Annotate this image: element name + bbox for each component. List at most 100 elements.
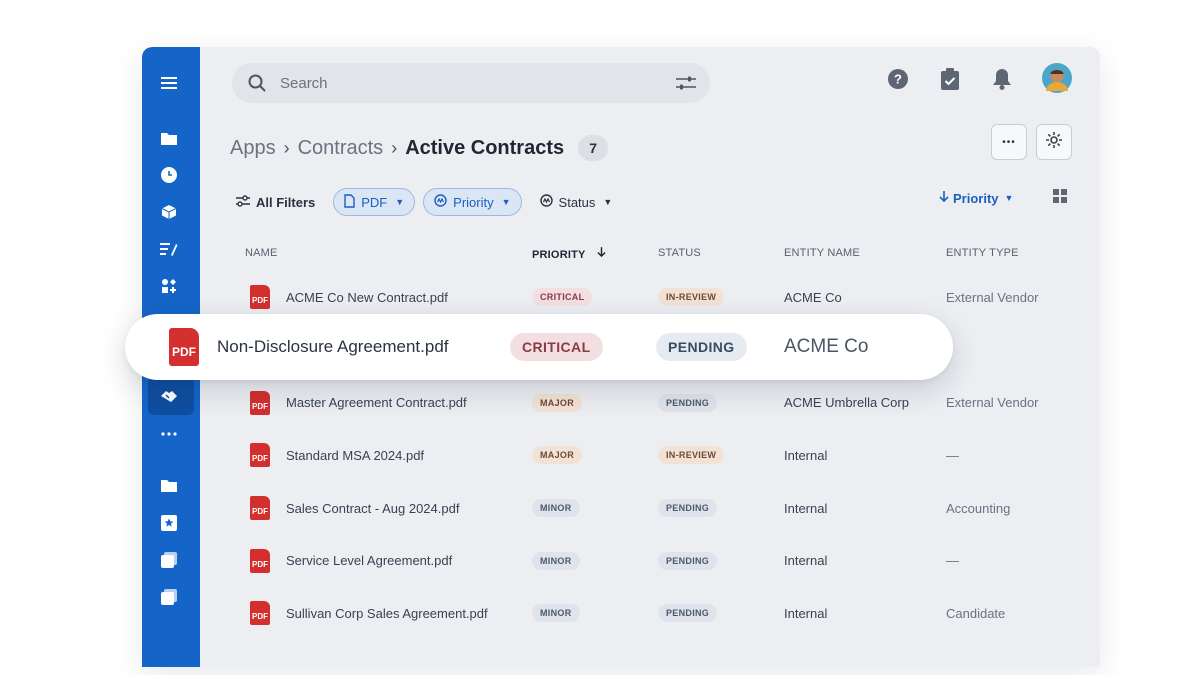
stack-icon[interactable] (159, 550, 179, 570)
bell-icon[interactable] (990, 67, 1014, 91)
cube-icon[interactable] (159, 202, 179, 222)
file-name: Master Agreement Contract.pdf (286, 395, 467, 411)
file-name: Sales Contract - Aug 2024.pdf (286, 500, 460, 516)
clipboard-check-icon[interactable] (938, 67, 962, 91)
table-row[interactable]: PDF Sales Contract - Aug 2024.pdf MINOR … (230, 482, 1080, 535)
document-icon (344, 193, 355, 211)
breadcrumb-apps[interactable]: Apps (230, 137, 276, 160)
help-icon[interactable]: ? (886, 67, 910, 91)
filter-chip-label: Status (558, 194, 596, 210)
pdf-file-icon: PDF (169, 328, 199, 366)
ellipsis-icon: ••• (1002, 136, 1016, 148)
priority-badge: CRITICAL (510, 333, 603, 361)
count-badge: 7 (578, 135, 609, 161)
gear-icon (1045, 131, 1063, 154)
entity-type: Candidate (946, 605, 1006, 621)
entity-type: — (946, 447, 959, 463)
column-header-entity-type[interactable]: ENTITY TYPE (946, 247, 1019, 259)
contracts-table: NAME PRIORITY STATUS ENTITY NAME ENTITY … (230, 237, 1080, 640)
clock-icon[interactable] (159, 165, 179, 185)
settings-button[interactable] (1036, 124, 1072, 160)
entity-name: ACME Co (784, 336, 869, 357)
table-row[interactable]: PDF Master Agreement Contract.pdf MAJOR … (230, 376, 1080, 429)
entity-type: External Vendor (946, 289, 1039, 305)
search-icon (248, 74, 266, 97)
pdf-file-icon: PDF (250, 496, 270, 521)
pdf-file-icon: PDF (250, 601, 270, 626)
more-icon[interactable] (159, 424, 179, 444)
pdf-file-icon: PDF (250, 285, 270, 310)
table-row[interactable]: PDF Standard MSA 2024.pdf MAJOR IN-REVIE… (230, 429, 1080, 482)
pdf-file-icon: PDF (250, 548, 270, 573)
filter-chip-priority[interactable]: Priority ▼ (423, 188, 522, 216)
starred-box-icon[interactable] (159, 513, 179, 533)
filter-chip-pdf[interactable]: PDF ▼ (333, 188, 416, 216)
filter-chip-label: PDF (361, 194, 388, 210)
status-badge: PENDING (658, 393, 718, 412)
gauge-icon (434, 194, 447, 210)
table-row[interactable]: PDF Service Level Agreement.pdf MINOR PE… (230, 534, 1080, 587)
entity-name: ACME Umbrella Corp (784, 395, 909, 411)
column-header-status[interactable]: STATUS (658, 247, 701, 259)
filter-chip-label: Priority (453, 194, 494, 210)
filter-sliders-icon (236, 194, 250, 210)
file-name: Standard MSA 2024.pdf (286, 447, 425, 463)
highlighted-row-card[interactable]: PDF Non-Disclosure Agreement.pdf CRITICA… (125, 314, 953, 380)
more-options-button[interactable]: ••• (991, 124, 1027, 160)
menu-icon[interactable] (159, 73, 179, 93)
column-header-priority[interactable]: PRIORITY (532, 247, 606, 261)
gauge-icon (539, 194, 553, 210)
column-header-label: PRIORITY (532, 249, 586, 261)
search-bar (232, 63, 710, 103)
table-row[interactable]: PDF Sullivan Corp Sales Agreement.pdf MI… (230, 587, 1080, 640)
pdf-file-icon: PDF (250, 443, 270, 468)
handshake-icon[interactable] (159, 386, 179, 406)
sort-dropdown[interactable]: Priority ▼ (939, 187, 1013, 209)
file-name: Sullivan Corp Sales Agreement.pdf (286, 605, 488, 621)
breadcrumb-contracts[interactable]: Contracts (298, 137, 384, 160)
filter-chip-status[interactable]: Status ▼ (530, 188, 623, 216)
caret-down-icon: ▼ (501, 197, 511, 207)
entity-name: Internal (784, 553, 828, 569)
priority-badge: MINOR (532, 551, 580, 570)
search-input[interactable] (280, 63, 650, 103)
grid-view-icon[interactable] (1053, 189, 1069, 205)
caret-down-icon: ▼ (603, 197, 613, 207)
arrow-down-icon (939, 190, 949, 206)
caret-down-icon: ▼ (1004, 193, 1014, 203)
all-filters-label: All Filters (256, 194, 316, 210)
avatar[interactable] (1042, 63, 1072, 93)
filter-sliders-icon[interactable] (676, 76, 696, 95)
column-header-entity-name[interactable]: ENTITY NAME (784, 247, 860, 259)
status-badge: PENDING (656, 333, 747, 361)
priority-badge: MAJOR (532, 393, 583, 412)
caret-down-icon: ▼ (395, 197, 405, 207)
stack-icon[interactable] (159, 587, 179, 607)
table-header: NAME PRIORITY STATUS ENTITY NAME ENTITY … (230, 237, 1080, 271)
priority-badge: MAJOR (532, 446, 583, 465)
status-badge: PENDING (658, 551, 718, 570)
status-badge: IN-REVIEW (658, 288, 725, 307)
priority-badge: MINOR (532, 604, 580, 623)
status-badge: PENDING (658, 499, 718, 518)
entity-type: — (946, 553, 959, 569)
status-badge: IN-REVIEW (658, 446, 725, 465)
apps-icon[interactable] (159, 276, 179, 296)
file-name: Non-Disclosure Agreement.pdf (217, 337, 449, 356)
breadcrumb: Apps › Contracts › Active Contracts 7 (230, 133, 609, 163)
sort-label: Priority (953, 190, 999, 206)
entity-name: Internal (784, 605, 828, 621)
page-title: Active Contracts (405, 136, 565, 159)
folder-icon[interactable] (159, 128, 179, 148)
column-header-name[interactable]: NAME (245, 247, 278, 259)
filter-bar: All Filters PDF ▼ Priority ▼ Status ▼ (230, 187, 622, 217)
folder-icon[interactable] (159, 475, 179, 495)
all-filters-button[interactable]: All Filters (230, 188, 325, 216)
status-badge: PENDING (658, 604, 718, 623)
entity-name: Internal (784, 500, 828, 516)
edit-list-icon[interactable] (159, 239, 179, 259)
priority-badge: MINOR (532, 499, 580, 518)
file-name: Service Level Agreement.pdf (286, 553, 453, 569)
chevron-right-icon: › (283, 137, 290, 158)
pdf-file-icon: PDF (250, 390, 270, 415)
